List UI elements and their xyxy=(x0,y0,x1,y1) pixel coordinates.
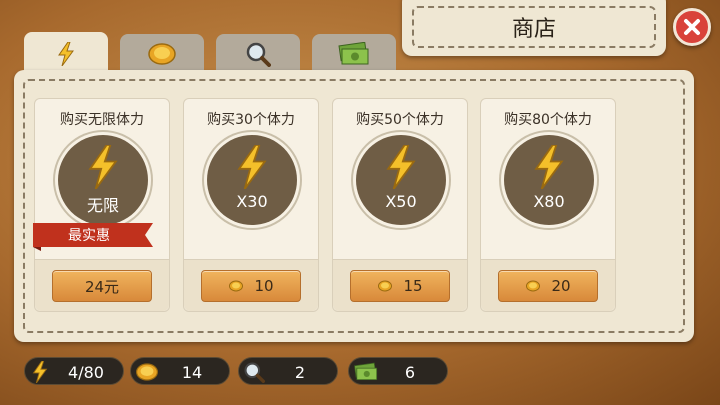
lightning-icon xyxy=(386,145,416,189)
coin-icon xyxy=(229,280,244,292)
price-label: 10 xyxy=(254,277,274,295)
coin-counter: 14 xyxy=(130,357,230,385)
tab-cash[interactable] xyxy=(312,34,396,74)
cash-value: 6 xyxy=(404,362,416,382)
magnifier-icon xyxy=(244,362,265,383)
price-label: 20 xyxy=(551,277,571,295)
lightning-icon xyxy=(534,145,564,189)
close-button[interactable] xyxy=(673,8,711,46)
lightning-icon xyxy=(88,145,118,189)
stamina-medal: X50 xyxy=(356,135,446,225)
shop-card-80: 购买80个体力 X80 20 xyxy=(480,98,616,312)
buy-button[interactable]: 20 xyxy=(498,270,598,302)
tab-coins[interactable] xyxy=(120,34,204,74)
cash-counter: 6 xyxy=(348,357,448,385)
lightning-icon xyxy=(32,361,48,383)
stamina-medal: 无限 xyxy=(58,135,148,225)
lightning-icon xyxy=(58,42,74,66)
stamina-medal: X80 xyxy=(504,135,594,225)
ribbon-label: 最实惠 xyxy=(68,228,110,244)
title-panel: 商店 xyxy=(402,0,666,56)
magnifier-icon xyxy=(246,42,271,67)
card-title: 购买无限体力 xyxy=(60,112,144,128)
stamina-medal: X30 xyxy=(207,135,297,225)
buy-button[interactable]: 15 xyxy=(350,270,450,302)
best-value-ribbon: 最实惠 xyxy=(33,223,153,251)
shop-card-unlimited: 购买无限体力 无限 最实惠 24元 xyxy=(33,98,170,312)
coin-icon xyxy=(378,280,393,292)
stamina-amount: 无限 xyxy=(86,196,119,215)
coin-value: 14 xyxy=(181,362,203,382)
stamina-amount: X80 xyxy=(533,192,565,211)
coin-icon xyxy=(136,363,158,381)
price-label: 24元 xyxy=(84,277,120,296)
shop-card-30: 购买30个体力 X30 10 xyxy=(183,98,319,312)
hint-counter: 2 xyxy=(238,357,338,385)
stamina-counter: 4/80 xyxy=(24,357,124,385)
close-icon xyxy=(684,19,700,35)
buy-button[interactable]: 10 xyxy=(201,270,301,302)
price-label: 15 xyxy=(403,277,423,295)
card-title: 购买80个体力 xyxy=(504,112,592,128)
card-title: 购买50个体力 xyxy=(356,112,444,128)
lightning-icon xyxy=(237,145,267,189)
card-title: 购买30个体力 xyxy=(207,112,295,128)
page-title: 商店 xyxy=(412,6,656,48)
coin-icon xyxy=(526,280,541,292)
buy-button[interactable]: 24元 xyxy=(52,270,152,302)
stamina-value: 4/80 xyxy=(68,362,104,382)
tab-hints[interactable] xyxy=(216,34,300,74)
stamina-amount: X50 xyxy=(385,192,417,211)
shop-card-50: 购买50个体力 X50 15 xyxy=(332,98,468,312)
coin-icon xyxy=(148,43,176,65)
stamina-amount: X30 xyxy=(236,192,268,211)
cash-icon xyxy=(354,362,378,381)
cash-icon xyxy=(338,42,369,65)
hint-value: 2 xyxy=(294,362,306,382)
